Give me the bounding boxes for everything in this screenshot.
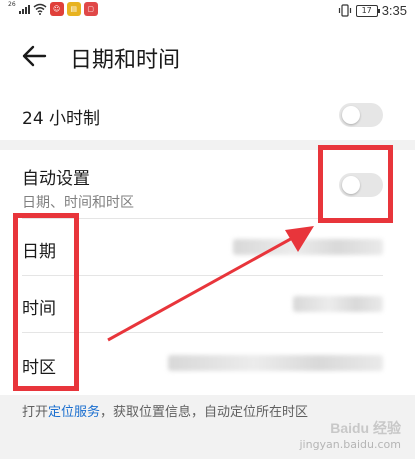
status-left: 26 ☺ ▤ ▢ [8,2,98,16]
footnote-text-before: 打开 [22,405,49,420]
setting-sublabel-auto: 日期、时间和时区 [22,195,134,211]
wifi-icon [33,3,47,15]
setting-label-auto: 自动设置 [22,169,90,189]
status-bar: 26 ☺ ▤ ▢ 17 3:35 [0,0,415,22]
app-notification-icon: ▢ [83,2,98,16]
watermark: Baidu 经验 jingyan.baidu.com [299,418,401,451]
signal-icon [18,4,30,14]
timezone-value-obscured [168,355,383,371]
time-value-obscured [293,296,383,312]
status-time: 3:35 [381,3,407,18]
annotation-box-labels [13,213,79,391]
annotation-box-toggle [318,145,393,223]
app-notification-icon: ▤ [66,2,81,16]
location-service-link[interactable]: 定位服务 [48,405,100,420]
status-right: 17 3:35 [338,3,407,18]
setting-row-24-hour[interactable]: 24 小时制 [0,90,415,140]
arrow-left-icon[interactable] [20,42,48,70]
vibrate-icon [338,4,351,17]
watermark-url: jingyan.baidu.com [299,438,401,451]
battery-icon: 17 [355,4,380,17]
watermark-brand: Baidu 经验 [330,420,401,436]
toggle-24-hour[interactable] [339,103,383,127]
page-title: 日期和时间 [70,48,181,73]
network-type-label: 26 [8,1,16,8]
setting-label-24-hour: 24 小时制 [22,109,101,129]
header: 日期和时间 [0,22,415,90]
footnote-text-after: ，获取位置信息，自动定位所在时区 [100,405,309,420]
app-notification-icon: ☺ [49,2,64,16]
date-value-obscured [233,239,383,255]
